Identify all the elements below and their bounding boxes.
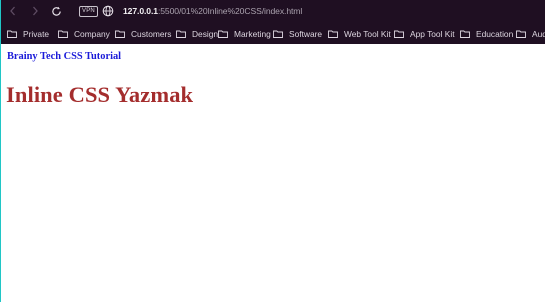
- url-field[interactable]: 127.0.0.1:5500/01%20Inline%20CSS/index.h…: [123, 4, 302, 18]
- browser-chrome: VPN 127.0.0.1:5500/01%20Inline%20CSS/ind…: [0, 0, 545, 44]
- bookmark-marketing[interactable]: Marketing: [218, 26, 271, 41]
- bookmark-private[interactable]: Private: [7, 26, 49, 41]
- chevron-right-icon: [33, 6, 38, 16]
- vpn-badge[interactable]: VPN: [79, 6, 98, 17]
- reload-button[interactable]: [48, 3, 64, 19]
- globe-icon[interactable]: [102, 5, 114, 17]
- bookmark-label: Software: [289, 28, 323, 39]
- folder-icon: [7, 30, 17, 38]
- bookmark-label: App Tool Kit: [410, 28, 455, 39]
- folder-icon: [460, 30, 470, 38]
- bookmark-label: Aud: [532, 28, 545, 39]
- bookmark-label: Company: [74, 28, 110, 39]
- folder-icon: [394, 30, 404, 38]
- bookmark-label: Marketing: [234, 28, 271, 39]
- bookmark-label: Education: [476, 28, 514, 39]
- window-edge: [0, 0, 1, 302]
- url-path: :5500/01%20Inline%20CSS/index.html: [157, 6, 303, 16]
- folder-icon: [273, 30, 283, 38]
- page-subtitle: Brainy Tech CSS Tutorial: [7, 51, 122, 62]
- bookmark-customers[interactable]: Customers: [115, 26, 172, 41]
- folder-icon: [218, 30, 228, 38]
- chevron-left-icon: [10, 6, 15, 16]
- bookmark-web-tool-kit[interactable]: Web Tool Kit: [328, 26, 391, 41]
- folder-icon: [58, 30, 68, 38]
- folder-icon: [516, 30, 526, 38]
- bookmarks-bar: Private Company Customers Design Marketi…: [0, 23, 545, 44]
- folder-icon: [328, 30, 338, 38]
- folder-icon: [115, 30, 125, 38]
- url-host: 127.0.0.1: [123, 6, 158, 16]
- bookmark-company[interactable]: Company: [58, 26, 110, 41]
- bookmark-aud[interactable]: Aud: [516, 26, 545, 41]
- back-button[interactable]: [5, 3, 21, 19]
- folder-icon: [176, 30, 186, 38]
- page-title: Inline CSS Yazmak: [6, 82, 194, 107]
- forward-button[interactable]: [27, 3, 43, 19]
- bookmark-design[interactable]: Design: [176, 26, 218, 41]
- bookmark-label: Private: [23, 28, 50, 39]
- bookmark-label: Customers: [131, 28, 172, 39]
- page-content: Brainy Tech CSS Tutorial Inline CSS Yazm…: [0, 44, 545, 302]
- bookmark-label: Web Tool Kit: [344, 28, 391, 39]
- bookmark-software[interactable]: Software: [273, 26, 322, 41]
- bookmark-label: Design: [192, 28, 219, 39]
- bookmark-education[interactable]: Education: [460, 26, 513, 41]
- reload-icon: [51, 6, 61, 16]
- address-bar: VPN 127.0.0.1:5500/01%20Inline%20CSS/ind…: [0, 0, 545, 23]
- bookmark-app-tool-kit[interactable]: App Tool Kit: [394, 26, 455, 41]
